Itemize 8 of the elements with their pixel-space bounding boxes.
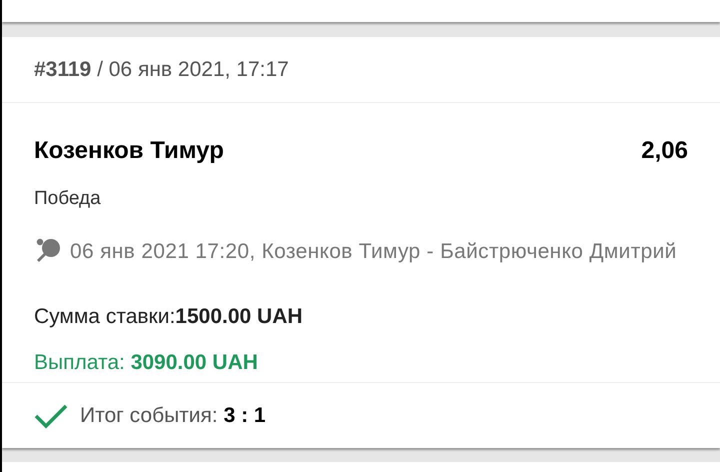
event-info: 06 янв 2021 17:20, Козенков Тимур - Байстрюченко Дмитрий <box>70 238 677 264</box>
market-label: Победа <box>34 187 101 211</box>
event-result: Итог события: 3 : 1 <box>80 402 266 429</box>
stake-amount: Сумма ставки:1500.00 UAH <box>34 304 303 330</box>
player-name: Козенков Тимур <box>34 136 224 166</box>
odds: 2,06 <box>641 136 688 166</box>
bet-header: #3119 / 06 янв 2021, 17:17 <box>34 56 289 83</box>
payout-amount: Выплата: 3090.00 UAH <box>34 350 258 376</box>
